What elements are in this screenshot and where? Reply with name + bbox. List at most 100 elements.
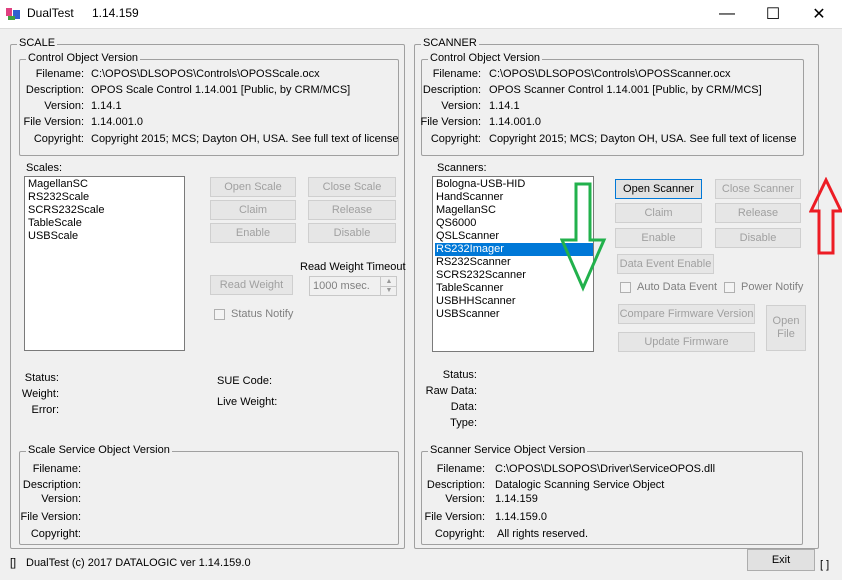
scanner-version-value: 1.14.1 <box>489 100 520 112</box>
scale-service-copyright-label: Copyright: <box>30 528 81 540</box>
open-file-button[interactable]: Open File <box>766 305 806 351</box>
scale-weight-label: Weight: <box>21 388 59 400</box>
scale-version-value: 1.14.1 <box>91 100 122 112</box>
list-item[interactable]: USBScanner <box>435 308 593 321</box>
scale-version-label: Version: <box>44 100 84 112</box>
power-notify-checkbox[interactable] <box>724 282 735 293</box>
scanner-description-label: Description: <box>422 84 481 96</box>
scale-service-version-title: Scale Service Object Version <box>26 444 172 456</box>
scale-copyright-value: Copyright 2015; MCS; Dayton OH, USA. See… <box>91 133 399 145</box>
window-version: 1.14.159 <box>92 6 139 20</box>
scanner-disable-button[interactable]: Disable <box>715 228 801 248</box>
scales-listbox[interactable]: MagellanSC RS232Scale SCRS232Scale Table… <box>24 176 185 351</box>
scanner-group-title: SCANNER <box>421 37 479 49</box>
scanner-type-label: Type: <box>450 417 477 429</box>
open-scale-button[interactable]: Open Scale <box>210 177 296 197</box>
scale-filename-value: C:\OPOS\DLSOPOS\Controls\OPOSScale.ocx <box>91 68 320 80</box>
scale-copyright-label: Copyright: <box>33 133 84 145</box>
read-weight-timeout-spinner[interactable]: 1000 msec. ▲ ▼ <box>309 276 397 296</box>
read-weight-timeout-label: Read Weight Timeout <box>300 261 406 273</box>
scanner-service-version-value: 1.14.159 <box>495 493 538 505</box>
scale-release-button[interactable]: Release <box>308 200 396 220</box>
scanner-service-description-label: Description: <box>426 479 485 491</box>
minimize-button[interactable]: — <box>704 0 750 28</box>
read-weight-button[interactable]: Read Weight <box>210 275 293 295</box>
scanner-service-filename-value: C:\OPOS\DLSOPOS\Driver\ServiceOPOS.dll <box>495 463 716 475</box>
scale-file-version-label: File Version: <box>23 116 84 128</box>
scanner-copyright-value: Copyright 2015; MCS; Dayton OH, USA. See… <box>489 133 797 145</box>
scanner-service-file-version-value: 1.14.159.0 <box>495 511 547 523</box>
scanner-service-copyright-label: Copyright: <box>434 528 485 540</box>
scale-description-label: Description: <box>25 84 84 96</box>
list-item[interactable]: TableScale <box>27 217 184 230</box>
power-notify-label: Power Notify <box>741 281 804 293</box>
scanner-service-version-title: Scanner Service Object Version <box>428 444 588 456</box>
scale-status-label: Status: <box>24 372 59 384</box>
footer-left-bracket: [] <box>10 557 17 569</box>
list-item[interactable]: SCRS232Scale <box>27 204 184 217</box>
read-weight-timeout-value: 1000 msec. <box>313 280 370 292</box>
status-notify-label: Status Notify <box>231 308 294 320</box>
spin-down-icon[interactable]: ▼ <box>380 286 397 295</box>
maximize-icon: ☐ <box>765 6 781 23</box>
scanner-description-value: OPOS Scanner Control 1.14.001 [Public, b… <box>489 84 762 96</box>
app-icon <box>6 8 20 20</box>
list-item[interactable]: USBHHScanner <box>435 295 593 308</box>
scanner-status-label: Status: <box>442 369 477 381</box>
scale-service-file-version-label: File Version: <box>20 511 81 523</box>
footer-right-bracket: [ ] <box>820 559 830 571</box>
scanner-data-label: Data: <box>450 401 477 413</box>
auto-data-event-checkbox[interactable] <box>620 282 631 293</box>
scanner-enable-button[interactable]: Enable <box>615 228 702 248</box>
scanner-copyright-label: Copyright: <box>430 133 481 145</box>
live-weight-label: Live Weight: <box>217 396 278 408</box>
scanner-version-label: Version: <box>441 100 481 112</box>
scanner-filename-value: C:\OPOS\DLSOPOS\Controls\OPOSScanner.ocx <box>489 68 731 80</box>
status-notify-checkbox[interactable] <box>214 309 225 320</box>
scales-list-label: Scales: <box>26 162 63 174</box>
scanner-raw-data-label: Raw Data: <box>425 385 477 397</box>
list-item[interactable]: RS232Scale <box>27 191 184 204</box>
scanner-service-copyright-value: All rights reserved. <box>497 528 589 540</box>
scanner-service-file-version-label: File Version: <box>424 511 485 523</box>
scanner-file-version-label: File Version: <box>420 116 481 128</box>
close-icon: ✕ <box>812 6 826 23</box>
list-item[interactable]: MagellanSC <box>27 178 184 191</box>
scanner-service-version-label: Version: <box>445 493 485 505</box>
exit-button[interactable]: Exit <box>747 549 815 571</box>
list-item[interactable]: USBScale <box>27 230 184 243</box>
scanner-filename-label: Filename: <box>432 68 481 80</box>
scale-filename-label: Filename: <box>35 68 84 80</box>
data-event-enable-button[interactable]: Data Event Enable <box>617 254 714 274</box>
scanners-list-label: Scanners: <box>437 162 487 174</box>
maximize-button[interactable]: ☐ <box>750 0 796 28</box>
close-button[interactable]: ✕ <box>796 0 842 28</box>
scale-disable-button[interactable]: Disable <box>308 223 396 243</box>
scale-claim-button[interactable]: Claim <box>210 200 296 220</box>
red-arrow-up-icon <box>809 177 842 255</box>
scale-enable-button[interactable]: Enable <box>210 223 296 243</box>
scanner-service-filename-label: Filename: <box>436 463 485 475</box>
scale-control-version-title: Control Object Version <box>26 52 141 64</box>
scale-service-version-label: Version: <box>41 493 81 505</box>
scale-description-value: OPOS Scale Control 1.14.001 [Public, by … <box>91 84 351 96</box>
scale-group-title: SCALE <box>17 37 58 49</box>
scanner-release-button[interactable]: Release <box>715 203 801 223</box>
close-scale-button[interactable]: Close Scale <box>308 177 396 197</box>
close-scanner-button[interactable]: Close Scanner <box>715 179 801 199</box>
sue-code-label: SUE Code: <box>217 375 273 387</box>
scanner-control-version-title: Control Object Version <box>428 52 543 64</box>
scanner-service-description-value: Datalogic Scanning Service Object <box>495 479 665 491</box>
footer-status-text: DualTest (c) 2017 DATALOGIC ver 1.14.159… <box>26 557 251 569</box>
scale-file-version-value: 1.14.001.0 <box>91 116 143 128</box>
open-scanner-button[interactable]: Open Scanner <box>615 179 702 199</box>
window-title: DualTest <box>27 6 74 20</box>
green-arrow-down-icon <box>560 182 607 292</box>
scale-error-label: Error: <box>31 404 60 416</box>
compare-firmware-button[interactable]: Compare Firmware Version <box>618 304 755 324</box>
scale-service-filename-label: Filename: <box>32 463 81 475</box>
scanner-claim-button[interactable]: Claim <box>615 203 702 223</box>
minimize-icon: — <box>719 5 735 22</box>
title-bar: DualTest 1.14.159 — ☐ ✕ <box>0 0 842 29</box>
update-firmware-button[interactable]: Update Firmware <box>618 332 755 352</box>
